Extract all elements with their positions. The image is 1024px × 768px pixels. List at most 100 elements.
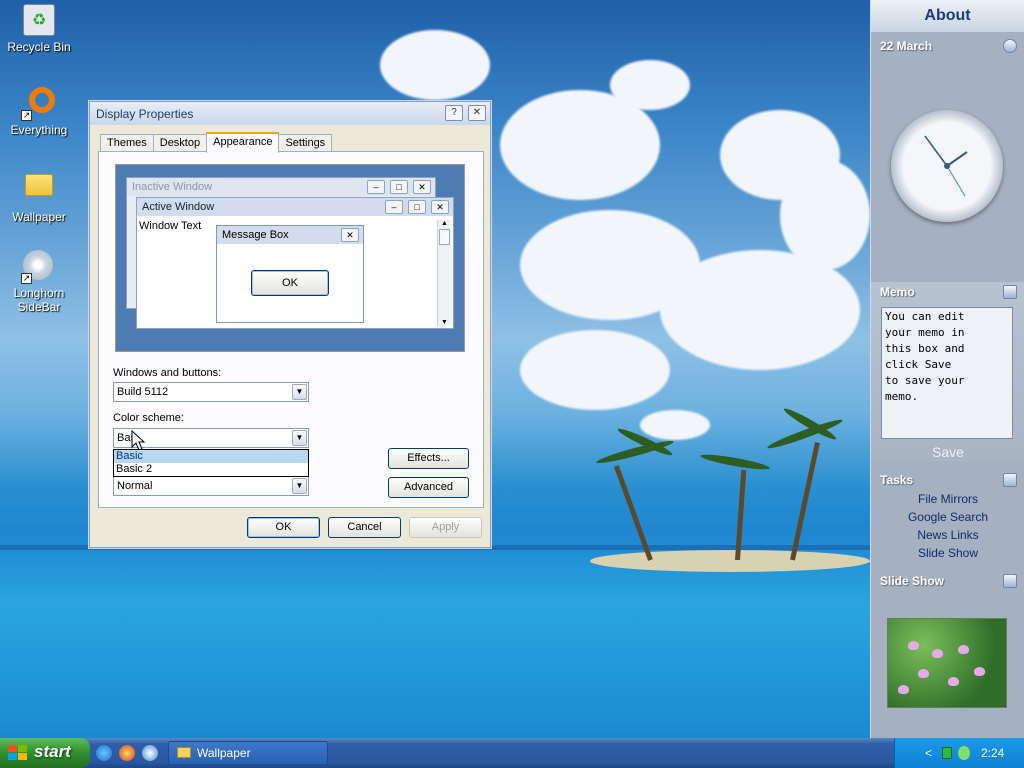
chevron-down-icon[interactable]: ▼ — [292, 384, 307, 400]
slideshow-image[interactable] — [887, 618, 1007, 708]
tray-clock[interactable]: 2:24 PM — [981, 738, 1024, 768]
folder-icon — [177, 747, 191, 758]
memo-textarea[interactable]: You can edit your memo in this box and c… — [881, 307, 1013, 439]
task-link-news-links[interactable]: News Links — [871, 526, 1024, 544]
cloud — [660, 250, 860, 370]
folder-icon — [25, 174, 53, 196]
dialog-title-bar[interactable]: Display Properties — [90, 102, 490, 125]
tab-appearance[interactable]: Appearance — [206, 132, 280, 153]
tab-strip: Themes Desktop Appearance Settings — [100, 132, 333, 153]
cloud — [380, 30, 490, 100]
desktop-icon-label: Recycle Bin — [7, 40, 71, 54]
browser-icon[interactable] — [119, 745, 135, 761]
ok-button[interactable]: OK — [247, 517, 320, 538]
sidebar-about-title[interactable]: About — [871, 0, 1024, 32]
appearance-panel: Inactive Window – □ ✕ Active Window – □ … — [98, 151, 484, 508]
recycle-bin-icon — [23, 4, 55, 36]
cloud — [610, 60, 690, 110]
display-properties-dialog: Display Properties ? ✕ Themes Desktop Ap… — [89, 101, 491, 548]
tasks-options-icon[interactable] — [1003, 473, 1017, 487]
scroll-down-icon: ▼ — [441, 319, 448, 326]
desktop-icon-longhorn-sidebar[interactable]: ↗ Longhorn SideBar — [0, 250, 78, 314]
cancel-button[interactable]: Cancel — [328, 517, 401, 538]
dialog-title: Display Properties — [96, 106, 194, 121]
clock-hands — [924, 135, 968, 197]
maximize-icon: □ — [390, 180, 408, 194]
desktop-icon-wallpaper[interactable]: Wallpaper — [0, 168, 78, 224]
windows-logo-icon — [8, 745, 28, 761]
memo-options-icon[interactable] — [1003, 285, 1017, 299]
cloud — [520, 330, 670, 410]
color-scheme-label: Color scheme: — [113, 412, 184, 424]
preview-inactive-title: Inactive Window — [127, 178, 435, 196]
quicklaunch-icon[interactable] — [142, 745, 158, 761]
color-scheme-dropdown-list: Basic Basic 2 — [113, 449, 309, 477]
taskbar-item-wallpaper[interactable]: Wallpaper — [168, 741, 328, 765]
windows-buttons-select[interactable]: Build 5112 ▼ — [113, 382, 309, 402]
desktop-icon-label: Everything — [10, 123, 68, 137]
desktop-icon-label: Longhorn — [13, 286, 65, 300]
tasks-tile: Tasks File Mirrors Google Search News Li… — [871, 470, 1024, 566]
help-button[interactable]: ? — [445, 105, 463, 121]
task-link-file-mirrors[interactable]: File Mirrors — [871, 490, 1024, 508]
desktop-icon-everything[interactable]: ↗ Everything — [0, 84, 78, 137]
desktop-icon-label: SideBar — [17, 300, 61, 314]
color-scheme-option-basic-2[interactable]: Basic 2 — [114, 463, 308, 476]
palm-tree — [790, 442, 820, 561]
color-scheme-option-basic[interactable]: Basic — [114, 450, 308, 463]
tray-expand-icon[interactable]: < — [925, 738, 932, 768]
windows-buttons-value: Build 5112 — [117, 386, 169, 398]
apply-button[interactable]: Apply — [409, 517, 482, 538]
font-size-value: Normal — [117, 480, 153, 492]
close-button[interactable]: ✕ — [468, 105, 486, 121]
shortcut-arrow-icon: ↗ — [21, 273, 32, 284]
taskbar-item-label: Wallpaper — [197, 746, 251, 760]
maximize-icon: □ — [408, 200, 426, 214]
preview-active-title: Active Window — [137, 198, 453, 216]
slideshow-options-icon[interactable] — [1003, 574, 1017, 588]
tasks-title: Tasks — [880, 473, 914, 487]
slideshow-tile: Slide Show — [871, 571, 1024, 591]
effects-button[interactable]: Effects... — [388, 448, 469, 469]
analog-clock — [891, 110, 1003, 222]
clock-date: 22 March — [880, 39, 933, 53]
task-link-google-search[interactable]: Google Search — [871, 508, 1024, 526]
internet-explorer-icon[interactable] — [96, 745, 112, 761]
scroll-up-icon: ▲ — [441, 220, 448, 227]
clock-tile: 22 March — [871, 36, 1024, 56]
cloud — [640, 410, 710, 440]
globe-icon[interactable] — [1003, 39, 1017, 53]
close-icon: ✕ — [341, 228, 359, 242]
chevron-down-icon[interactable]: ▼ — [292, 478, 307, 494]
memo-title: Memo — [880, 285, 915, 299]
desktop-icon-label: Wallpaper — [12, 210, 66, 224]
minimize-icon: – — [385, 200, 403, 214]
taskbar: start Wallpaper < 2:24 PM — [0, 738, 1024, 768]
preview-window-text: Window Text — [139, 220, 202, 232]
slideshow-title: Slide Show — [880, 574, 945, 588]
tray-network-icon[interactable] — [958, 746, 970, 760]
island — [590, 550, 870, 572]
minimize-icon: – — [367, 180, 385, 194]
system-tray: < 2:24 PM — [894, 738, 1024, 768]
scroll-thumb — [439, 229, 450, 245]
task-link-slide-show[interactable]: Slide Show — [871, 544, 1024, 562]
longhorn-sidebar: About 22 March Memo Save You can edit yo… — [870, 0, 1024, 738]
font-size-select[interactable]: Normal ▼ — [113, 476, 309, 496]
close-icon: ✕ — [431, 200, 449, 214]
memo-save-button[interactable]: Save — [871, 444, 1024, 460]
start-button[interactable]: start — [0, 738, 90, 768]
palm-leaf — [699, 451, 771, 473]
tray-app-icon[interactable] — [942, 747, 952, 759]
advanced-button[interactable]: Advanced — [388, 477, 469, 498]
close-icon: ✕ — [413, 180, 431, 194]
preview-message-box: Message Box ✕ OK — [216, 225, 364, 323]
windows-buttons-label: Windows and buttons: — [113, 367, 222, 379]
start-label: start — [34, 742, 71, 761]
chevron-down-icon[interactable]: ▼ — [292, 430, 307, 446]
everything-icon — [29, 87, 55, 113]
preview-scrollbar: ▲ ▼ — [437, 220, 451, 326]
shortcut-arrow-icon: ↗ — [21, 110, 32, 121]
preview-ok-button: OK — [251, 270, 329, 296]
desktop-icon-recycle-bin[interactable]: Recycle Bin — [0, 4, 78, 54]
